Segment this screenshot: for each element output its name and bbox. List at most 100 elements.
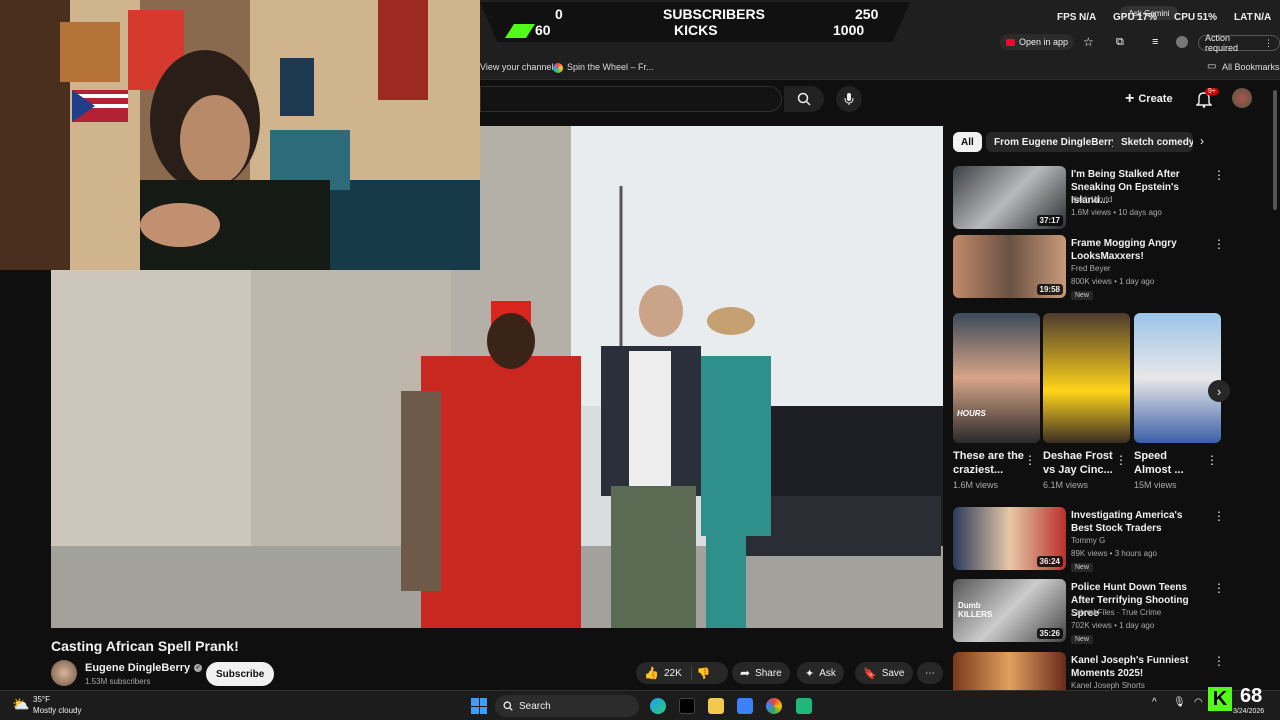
bookmark-spin-wheel[interactable]: Spin the Wheel – Fr... bbox=[567, 62, 654, 72]
subscribe-button[interactable]: Subscribe bbox=[206, 662, 275, 686]
webcam-overlay bbox=[0, 0, 480, 270]
all-bookmarks[interactable]: All Bookmarks bbox=[1222, 62, 1280, 72]
create-button[interactable]: + Create bbox=[1125, 90, 1173, 108]
search-icon bbox=[503, 701, 513, 711]
app-icon[interactable] bbox=[796, 698, 812, 714]
shorts-next-button[interactable]: › bbox=[1208, 380, 1230, 402]
taskbar-search[interactable]: Search bbox=[495, 695, 639, 717]
file-explorer-icon[interactable] bbox=[708, 698, 724, 714]
thumbs-up-icon[interactable]: 👍 bbox=[644, 666, 659, 680]
gpu-label: GPU bbox=[1113, 12, 1135, 23]
menu-dots-icon[interactable]: ⋮ bbox=[1213, 509, 1225, 523]
lat-value: N/A bbox=[1254, 12, 1272, 23]
duration-badge: 36:24 bbox=[1036, 556, 1063, 567]
thumbs-down-icon[interactable]: 👎 bbox=[697, 667, 711, 680]
youtube-icon bbox=[1006, 38, 1015, 46]
gpu-value: 17% bbox=[1137, 12, 1158, 23]
taskbar-date: 3/24/2026 bbox=[1233, 708, 1265, 715]
like-count[interactable]: 22K bbox=[664, 668, 682, 679]
kick-logo-icon: K bbox=[1208, 687, 1232, 711]
chip-all[interactable]: All bbox=[953, 132, 982, 152]
short-title: These are the craziest... bbox=[953, 450, 1024, 476]
menu-dots-icon: ⋮ bbox=[1264, 37, 1273, 48]
ask-label: Ask bbox=[819, 667, 836, 679]
wifi-icon[interactable]: ◠ bbox=[1194, 697, 1203, 708]
notifications-button[interactable]: 9+ bbox=[1195, 88, 1219, 113]
weather-desc: Mostly cloudy bbox=[33, 706, 82, 715]
cpu-label: CPU bbox=[1174, 12, 1196, 23]
menu-dots-icon[interactable]: ⋮ bbox=[1115, 453, 1127, 467]
star-icon[interactable]: ☆ bbox=[1083, 35, 1094, 49]
rec-meta: 1.6M views • 10 days ago bbox=[1071, 208, 1162, 217]
list-item[interactable]: 37:17 I'm Being Stalked After Sneaking O… bbox=[953, 166, 1253, 232]
windows-start-icon[interactable] bbox=[471, 698, 487, 714]
more-actions-button[interactable]: ⋯ bbox=[917, 662, 943, 684]
duration-badge: 37:17 bbox=[1036, 215, 1063, 226]
rec-meta: 89K views • 3 hours ago bbox=[1071, 549, 1157, 558]
menu-dots-icon[interactable]: ⋮ bbox=[1024, 453, 1036, 467]
rec-title: Kanel Joseph's Funniest Moments 2025! bbox=[1071, 655, 1189, 679]
profile-avatar[interactable] bbox=[1176, 36, 1188, 48]
chip-from-channel[interactable]: From Eugene DingleBerry bbox=[986, 132, 1126, 152]
tiktok-icon[interactable] bbox=[679, 698, 695, 714]
ask-button[interactable]: ✦ Ask bbox=[797, 662, 844, 684]
rec-meta: 800K views • 1 day ago bbox=[1071, 277, 1155, 286]
action-required-label: Action required bbox=[1205, 33, 1239, 53]
chevron-up-icon[interactable]: ^ bbox=[1152, 697, 1157, 708]
cast-icon[interactable]: ⧉ bbox=[1116, 36, 1124, 49]
list-item[interactable]: 36:24 Investigating America's Best Stock… bbox=[953, 507, 1253, 573]
chip-sketch-comedy[interactable]: Sketch comedy bbox=[1113, 132, 1193, 152]
bookmark-view-channel[interactable]: View your channel bbox=[480, 62, 553, 72]
menu-dots-icon[interactable]: ⋮ bbox=[1213, 237, 1225, 251]
menu-dots-icon[interactable]: ⋮ bbox=[1213, 581, 1225, 595]
short-views: 1.6M views bbox=[953, 480, 999, 490]
verified-icon: ✓ bbox=[194, 664, 203, 672]
save-button[interactable]: 🔖 Save bbox=[855, 662, 913, 684]
short-thumbnail bbox=[1043, 313, 1130, 443]
chevron-right-icon[interactable]: › bbox=[1200, 134, 1204, 148]
open-in-app-button[interactable]: Open in app bbox=[1000, 34, 1075, 50]
stream-counter-overlay: 0 60 SUBSCRIBERS KICKS 250 1000 bbox=[480, 2, 910, 42]
youtube-header: + Create 9+ bbox=[480, 80, 1280, 126]
wheel-icon bbox=[553, 63, 563, 73]
share-label: Share bbox=[755, 667, 782, 679]
account-avatar[interactable] bbox=[1232, 88, 1252, 108]
short-thumbnail: HOURS bbox=[953, 313, 1040, 443]
rec-channel: Kanel Joseph Shorts bbox=[1071, 681, 1145, 690]
kick-count: 68 bbox=[1240, 685, 1263, 707]
microphone-tray-icon[interactable]: 🎙 bbox=[1173, 697, 1186, 708]
create-label: Create bbox=[1138, 93, 1173, 105]
voice-search-button[interactable] bbox=[836, 86, 862, 112]
list-item[interactable]: 19:58 Frame Mogging Angry LooksMaxxers! … bbox=[953, 235, 1253, 301]
weather-temp: 35°F bbox=[33, 695, 50, 704]
action-required-button[interactable]: Action required ⋮ bbox=[1198, 33, 1280, 53]
reading-list-icon[interactable]: ≡ bbox=[1152, 36, 1158, 48]
search-input[interactable] bbox=[480, 86, 782, 112]
duration-badge: 19:58 bbox=[1036, 284, 1063, 295]
menu-dots-icon[interactable]: ⋮ bbox=[1213, 168, 1225, 182]
search-button[interactable] bbox=[784, 86, 824, 112]
list-item[interactable]: Dumb KILLERS 35:26 Police Hunt Down Teen… bbox=[953, 579, 1253, 645]
list-item[interactable]: Kanel Joseph's Funniest Moments 2025! Ka… bbox=[953, 652, 1253, 690]
menu-dots-icon[interactable]: ⋮ bbox=[1206, 453, 1218, 467]
short-title: Deshae Frost vs Jay Cinc... bbox=[1043, 450, 1113, 476]
menu-dots-icon[interactable]: ⋮ bbox=[1213, 654, 1225, 668]
page-scrollbar[interactable] bbox=[1273, 90, 1277, 210]
store-icon[interactable] bbox=[737, 698, 753, 714]
duration-badge: 35:26 bbox=[1036, 628, 1063, 639]
weather-icon: ⛅ bbox=[12, 696, 30, 712]
short-views: 6.1M views bbox=[1043, 480, 1089, 490]
short-overlay-text: HOURS bbox=[957, 409, 986, 418]
progress-stripe bbox=[505, 24, 535, 38]
channel-name-row[interactable]: Eugene DingleBerry ✓ bbox=[85, 662, 203, 674]
share-button[interactable]: ➦ Share bbox=[732, 662, 790, 684]
save-label: Save bbox=[881, 667, 905, 679]
bookmark-icon: 🔖 bbox=[863, 667, 877, 680]
video-title: Casting African Spell Prank! bbox=[51, 638, 239, 654]
subscriber-count: 1.53M subscribers bbox=[85, 677, 151, 686]
channel-avatar[interactable] bbox=[51, 660, 77, 686]
folder-icon: ▭ bbox=[1207, 61, 1217, 72]
chrome-icon[interactable] bbox=[766, 698, 782, 714]
edge-icon[interactable] bbox=[650, 698, 666, 714]
fps-value: N/A bbox=[1079, 12, 1097, 23]
